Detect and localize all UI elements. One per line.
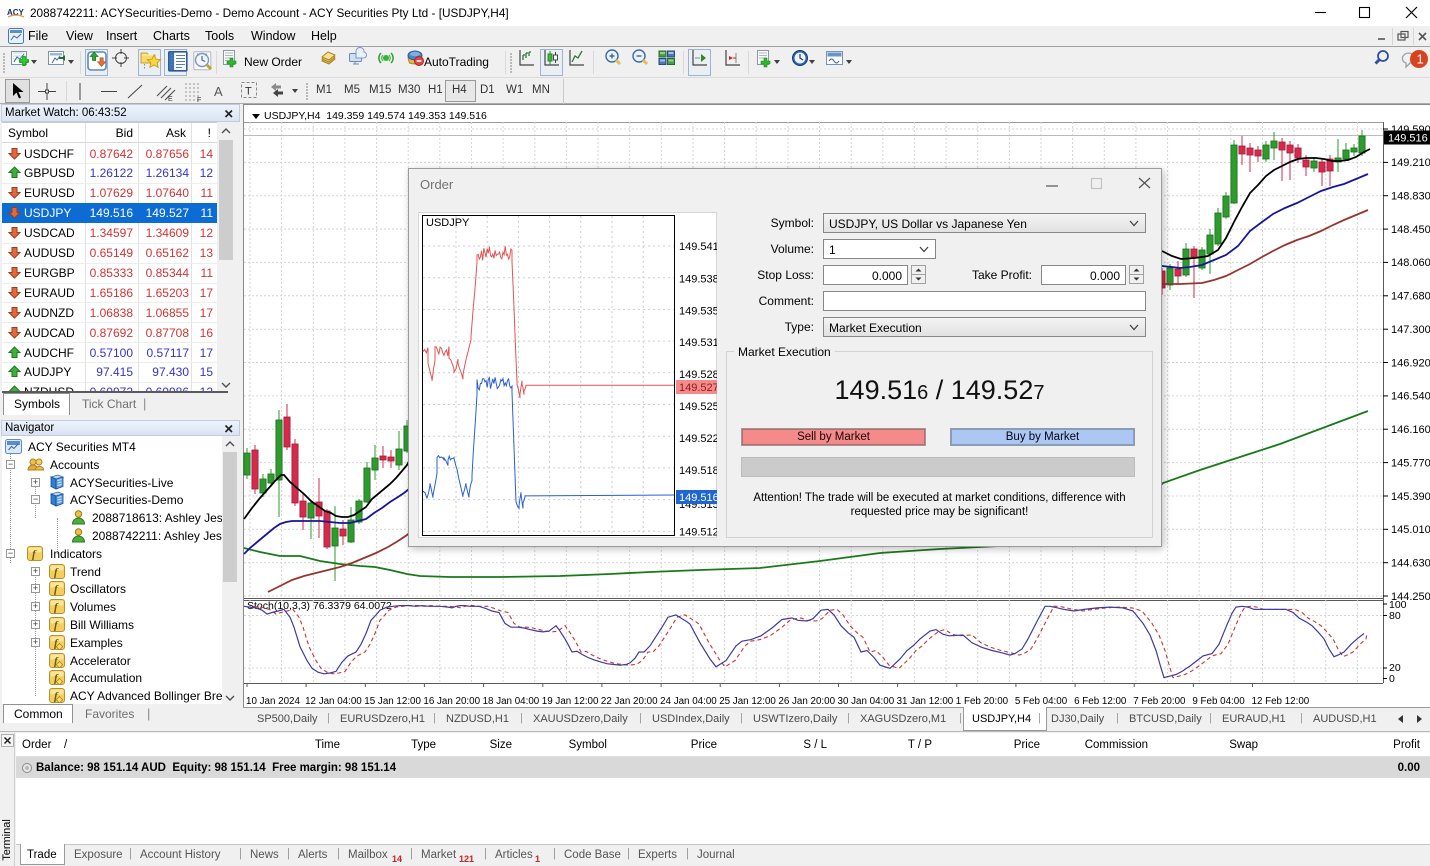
svg-text:149.512: 149.512 xyxy=(679,526,717,538)
svg-text:0: 0 xyxy=(1389,673,1395,685)
svg-text:145.770: 145.770 xyxy=(1391,457,1430,469)
svg-text:146.160: 146.160 xyxy=(1391,424,1430,436)
svg-text:16 Jan 20:00: 16 Jan 20:00 xyxy=(423,696,480,707)
svg-text:18 Jan 04:00: 18 Jan 04:00 xyxy=(483,696,540,707)
svg-text:31 Jan 12:00: 31 Jan 12:00 xyxy=(897,696,954,707)
svg-text:USDJPY: USDJPY xyxy=(426,217,470,229)
svg-text:149.210: 149.210 xyxy=(1391,157,1430,169)
svg-text:19 Jan 12:00: 19 Jan 12:00 xyxy=(542,696,599,707)
svg-text:E: E xyxy=(168,96,173,103)
svg-text:A: A xyxy=(214,84,223,99)
svg-text:149.516: 149.516 xyxy=(679,492,717,504)
svg-text:9 Feb 04:00: 9 Feb 04:00 xyxy=(1192,696,1245,707)
svg-text:148.450: 148.450 xyxy=(1391,224,1430,236)
svg-text:149.527: 149.527 xyxy=(679,382,717,394)
svg-text:149.525: 149.525 xyxy=(679,401,717,413)
svg-text:147.680: 147.680 xyxy=(1391,291,1430,303)
svg-text:10 Jan 2024: 10 Jan 2024 xyxy=(246,696,300,707)
svg-text:80: 80 xyxy=(1389,610,1401,622)
svg-text:146.540: 146.540 xyxy=(1391,391,1430,403)
svg-text:F: F xyxy=(197,97,201,104)
svg-text:T: T xyxy=(245,86,252,98)
svg-text:USDJPY,H4 149.359 149.574 149: USDJPY,H4 149.359 149.574 149.353 149.51… xyxy=(264,110,487,122)
svg-text:24 Jan 04:00: 24 Jan 04:00 xyxy=(660,696,717,707)
svg-text:5 Feb 04:00: 5 Feb 04:00 xyxy=(1015,696,1068,707)
svg-text:149.531: 149.531 xyxy=(679,337,717,349)
svg-text:New Order: New Order xyxy=(244,55,302,69)
svg-text:149.518: 149.518 xyxy=(679,465,717,477)
svg-text:1: 1 xyxy=(1417,52,1424,67)
svg-text:145.010: 145.010 xyxy=(1391,524,1430,536)
svg-text:149.522: 149.522 xyxy=(679,433,717,445)
svg-text:AutoTrading: AutoTrading xyxy=(424,55,489,69)
svg-text:26 Jan 20:00: 26 Jan 20:00 xyxy=(778,696,835,707)
svg-text:12 Jan 04:00: 12 Jan 04:00 xyxy=(305,696,362,707)
svg-text:144.630: 144.630 xyxy=(1391,558,1430,570)
svg-text:25 Jan 12:00: 25 Jan 12:00 xyxy=(719,696,776,707)
svg-text:6 Feb 12:00: 6 Feb 12:00 xyxy=(1074,696,1127,707)
svg-text:15 Jan 12:00: 15 Jan 12:00 xyxy=(364,696,421,707)
svg-text:149.516: 149.516 xyxy=(1388,133,1428,145)
svg-text:145.390: 145.390 xyxy=(1391,491,1430,503)
svg-text:30 Jan 04:00: 30 Jan 04:00 xyxy=(838,696,895,707)
svg-text:148.060: 148.060 xyxy=(1391,257,1430,269)
svg-text:Stoch(10,3,3) 76.3379 64.0072: Stoch(10,3,3) 76.3379 64.0072 xyxy=(247,600,392,612)
svg-text:146.920: 146.920 xyxy=(1391,357,1430,369)
svg-text:22 Jan 20:00: 22 Jan 20:00 xyxy=(601,696,658,707)
svg-text:148.830: 148.830 xyxy=(1391,191,1430,203)
svg-text:7 Feb 20:00: 7 Feb 20:00 xyxy=(1133,696,1186,707)
svg-text:147.300: 147.300 xyxy=(1391,324,1430,336)
svg-text:12 Feb 12:00: 12 Feb 12:00 xyxy=(1252,696,1310,707)
svg-text:1 Feb 20:00: 1 Feb 20:00 xyxy=(956,696,1009,707)
svg-text:149.528: 149.528 xyxy=(679,369,717,381)
